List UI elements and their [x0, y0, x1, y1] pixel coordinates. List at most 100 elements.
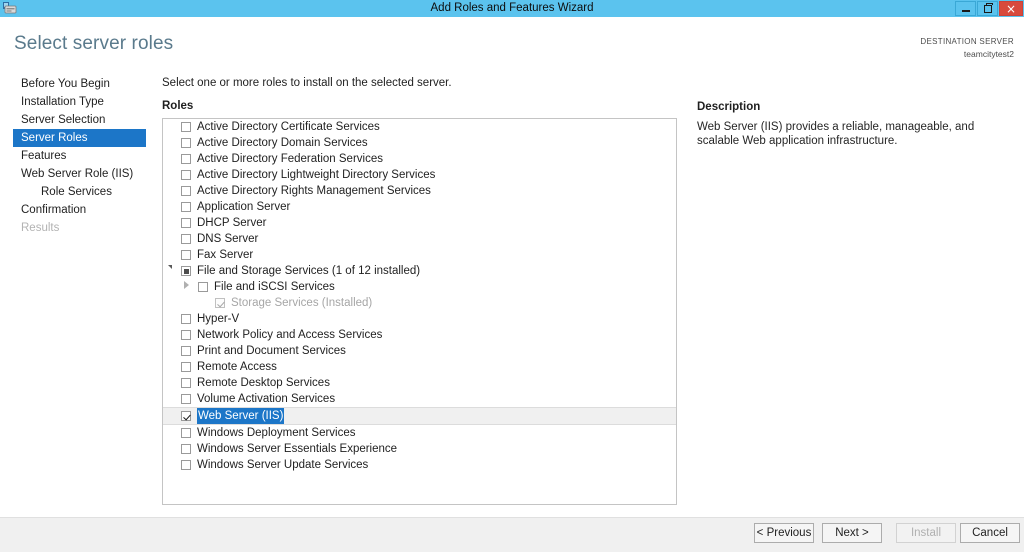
- role-row[interactable]: DHCP Server: [163, 215, 676, 231]
- role-checkbox[interactable]: [181, 460, 191, 470]
- cancel-button[interactable]: Cancel: [960, 523, 1020, 543]
- role-checkbox[interactable]: [181, 202, 191, 212]
- minimize-button[interactable]: [955, 1, 976, 16]
- role-label: Hyper-V: [197, 313, 240, 325]
- role-label: Windows Server Update Services: [197, 459, 369, 471]
- page-title: Select server roles: [14, 33, 174, 54]
- role-row[interactable]: Volume Activation Services: [163, 391, 676, 407]
- role-row[interactable]: Windows Deployment Services: [163, 425, 676, 441]
- sidebar-item-confirmation[interactable]: Confirmation: [0, 201, 146, 219]
- destination-server: DESTINATION SERVER teamcitytest2: [920, 36, 1014, 60]
- role-label: DHCP Server: [197, 217, 267, 229]
- description-text: Web Server (IIS) provides a reliable, ma…: [697, 121, 975, 147]
- wizard-nav-sidebar: Before You Begin Installation Type Server …: [0, 75, 150, 237]
- destination-server-value: teamcitytest2: [963, 49, 1014, 59]
- roles-list[interactable]: Active Directory Certificate Services Act…: [162, 118, 677, 505]
- role-row[interactable]: File and Storage Services (1 of 12 insta…: [163, 263, 676, 281]
- role-row[interactable]: Active Directory Lightweight Directory S…: [163, 167, 676, 183]
- role-label: Volume Activation Services: [197, 393, 336, 405]
- minimize-icon: [961, 10, 970, 12]
- role-checkbox[interactable]: [181, 170, 191, 180]
- role-checkbox[interactable]: [198, 282, 208, 292]
- role-row[interactable]: Active Directory Certificate Services: [163, 119, 676, 135]
- role-row[interactable]: Web Server (IIS): [163, 407, 676, 425]
- sidebar-item-results: Results: [21, 222, 60, 234]
- window-title: Add Roles and Features Wizard: [430, 2, 594, 14]
- expander-open-icon[interactable]: [167, 264, 176, 281]
- destination-server-label: DESTINATION SERVER: [920, 37, 1014, 46]
- maximize-restore-button[interactable]: [977, 1, 998, 16]
- description-title: Description: [697, 101, 761, 113]
- close-button[interactable]: ×: [999, 1, 1023, 16]
- sidebar-item-web-server-role-iis[interactable]: Web Server Role (IIS): [0, 165, 146, 183]
- role-checkbox[interactable]: [181, 378, 191, 388]
- role-checkbox[interactable]: [181, 234, 191, 244]
- role-checkbox[interactable]: [181, 138, 191, 148]
- close-icon: ×: [1005, 1, 1017, 16]
- role-checkbox[interactable]: [181, 330, 191, 340]
- sidebar-item-role-services[interactable]: Role Services: [0, 183, 146, 201]
- role-checkbox[interactable]: [181, 186, 191, 196]
- role-checkbox[interactable]: [181, 154, 191, 164]
- role-checkbox[interactable]: [181, 346, 191, 356]
- role-label: Active Directory Federation Services: [197, 153, 383, 165]
- role-row[interactable]: Windows Server Update Services: [163, 457, 676, 473]
- role-row[interactable]: DNS Server: [163, 231, 676, 247]
- role-label: Remote Desktop Services: [197, 377, 330, 389]
- role-checkbox[interactable]: [181, 122, 191, 132]
- role-label: Web Server (IIS): [197, 408, 285, 424]
- role-row[interactable]: Hyper-V: [163, 311, 676, 327]
- restore-icon: [983, 2, 994, 13]
- role-row[interactable]: Active Directory Domain Services: [163, 135, 676, 151]
- role-label: Application Server: [197, 201, 291, 213]
- role-label: DNS Server: [197, 233, 259, 245]
- role-checkbox[interactable]: [181, 428, 191, 438]
- role-checkbox[interactable]: [181, 218, 191, 228]
- sidebar-item-server-roles[interactable]: Server Roles: [13, 129, 146, 147]
- role-checkbox[interactable]: [181, 394, 191, 404]
- role-row[interactable]: Application Server: [163, 199, 676, 215]
- window-titlebar: Add Roles and Features Wizard ×: [0, 0, 1024, 17]
- role-label: Remote Access: [197, 361, 277, 373]
- role-label: Active Directory Domain Services: [197, 137, 368, 149]
- role-checkbox[interactable]: [181, 266, 191, 276]
- role-label: Windows Deployment Services: [197, 427, 356, 439]
- role-row[interactable]: Active Directory Rights Management Servi…: [163, 183, 676, 199]
- role-row[interactable]: Storage Services (Installed): [163, 295, 676, 311]
- role-label: File and Storage Services (1 of 12 insta…: [197, 265, 421, 277]
- instruction-text: Select one or more roles to install on t…: [162, 77, 452, 89]
- role-label: Windows Server Essentials Experience: [197, 443, 398, 455]
- role-label: Network Policy and Access Services: [197, 329, 383, 341]
- role-checkbox[interactable]: [181, 362, 191, 372]
- role-label: Storage Services (Installed): [231, 297, 373, 309]
- sidebar-item-server-selection[interactable]: Server Selection: [0, 111, 146, 129]
- role-checkbox[interactable]: [181, 250, 191, 260]
- expander-closed-icon[interactable]: [184, 283, 193, 292]
- sidebar-item-features[interactable]: Features: [0, 147, 146, 165]
- role-label: Active Directory Certificate Services: [197, 121, 380, 133]
- role-row[interactable]: Network Policy and Access Services: [163, 327, 676, 343]
- role-row[interactable]: Fax Server: [163, 247, 676, 263]
- role-label: File and iSCSI Services: [214, 281, 335, 293]
- previous-button[interactable]: < Previous: [754, 523, 814, 543]
- sidebar-item-before-you-begin[interactable]: Before You Begin: [0, 75, 146, 93]
- role-row[interactable]: Print and Document Services: [163, 343, 676, 359]
- role-label: Print and Document Services: [197, 345, 346, 357]
- role-checkbox[interactable]: [181, 444, 191, 454]
- install-button: Install: [896, 523, 956, 543]
- next-button[interactable]: Next >: [822, 523, 882, 543]
- role-row[interactable]: Windows Server Essentials Experience: [163, 441, 676, 457]
- roles-section-label: Roles: [162, 100, 194, 112]
- role-label: Active Directory Rights Management Servi…: [197, 185, 431, 197]
- role-checkbox: [215, 298, 225, 308]
- role-row[interactable]: Remote Desktop Services: [163, 375, 676, 391]
- role-row[interactable]: Remote Access: [163, 359, 676, 375]
- role-row[interactable]: File and iSCSI Services: [163, 279, 676, 295]
- role-checkbox[interactable]: [181, 314, 191, 324]
- role-label: Active Directory Lightweight Directory S…: [197, 169, 436, 181]
- role-row[interactable]: Active Directory Federation Services: [163, 151, 676, 167]
- wizard-footer: < Previous Next > Install Cancel: [0, 517, 1024, 552]
- role-label: Fax Server: [197, 249, 254, 261]
- role-checkbox[interactable]: [181, 411, 191, 421]
- sidebar-item-installation-type[interactable]: Installation Type: [0, 93, 146, 111]
